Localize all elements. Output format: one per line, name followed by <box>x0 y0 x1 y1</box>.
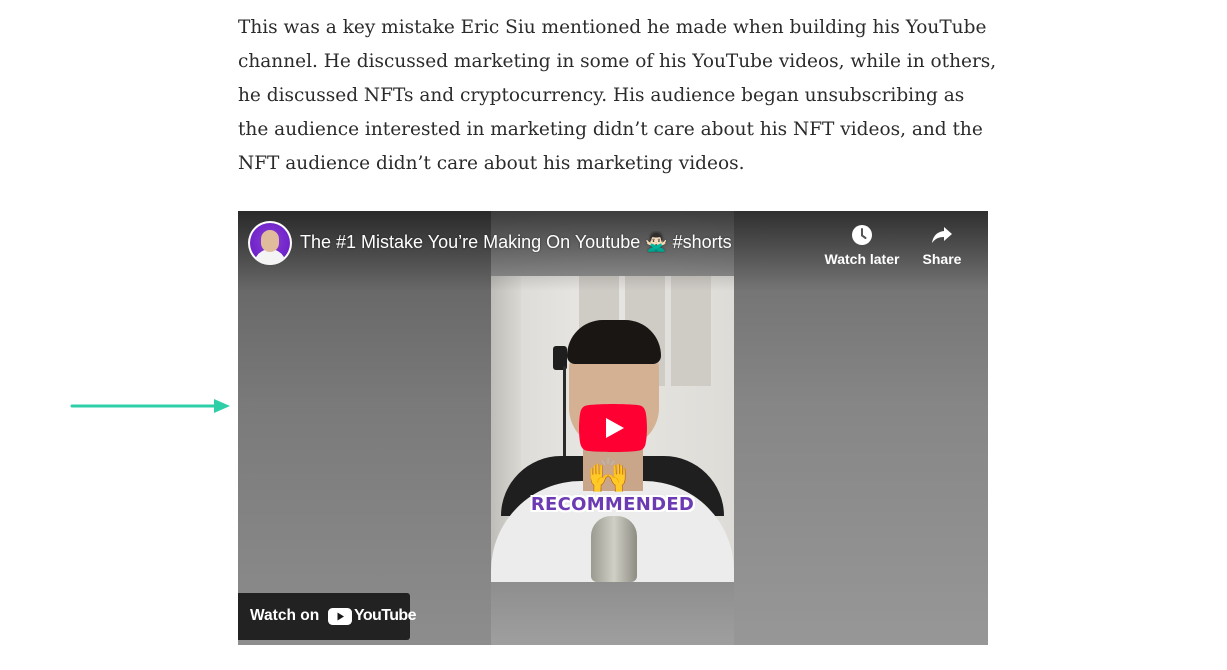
video-title[interactable]: The #1 Mistake You’re Making On Youtube … <box>300 231 820 253</box>
thumbnail-wall-panel <box>671 276 711 386</box>
clock-icon <box>852 225 872 245</box>
avatar-face <box>261 230 279 252</box>
watch-later-button[interactable]: Watch later <box>822 223 902 267</box>
watch-on-youtube-button[interactable]: Watch on YouTube <box>238 593 416 640</box>
raised-hands-emoji: 🙌 <box>587 456 630 496</box>
watch-on-label: Watch on <box>250 607 320 624</box>
article-paragraph: This was a key mistake Eric Siu mentione… <box>238 17 997 174</box>
channel-avatar[interactable] <box>248 221 292 265</box>
play-button[interactable] <box>579 404 647 452</box>
watch-later-label: Watch later <box>824 251 900 267</box>
share-arrow-icon <box>932 227 952 243</box>
video-blur-bottom <box>491 582 734 645</box>
right-arrow-icon <box>70 399 230 413</box>
share-label: Share <box>922 251 962 267</box>
share-button[interactable]: Share <box>914 223 970 267</box>
youtube-wordmark: YouTube <box>354 607 416 624</box>
thumbnail-microphone <box>591 516 637 582</box>
youtube-embed[interactable]: 🙌 RECOMMENDED The #1 Mistake You’re Maki… <box>238 211 988 645</box>
youtube-logo-icon <box>328 608 352 625</box>
thumbnail-caption: RECOMMENDED <box>530 494 695 515</box>
thumbnail-hair <box>567 320 661 364</box>
